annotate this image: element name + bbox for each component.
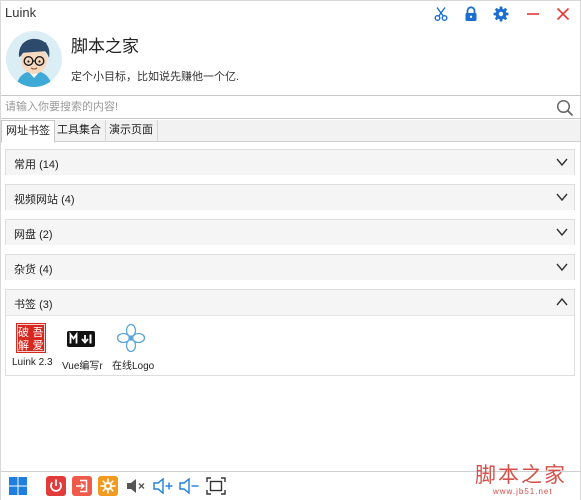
lock-icon[interactable] — [462, 5, 480, 23]
group-label: 网盘 (2) — [14, 226, 53, 242]
mute-icon[interactable] — [125, 475, 147, 497]
seal-char: 爱 — [33, 339, 44, 352]
tab-demo[interactable]: 演示页面 — [105, 120, 158, 142]
search-bar — [1, 95, 580, 119]
bookmark-item[interactable]: Vue编写r — [60, 322, 106, 372]
group-count: (4) — [61, 194, 75, 206]
group-common: 常用 (14) — [5, 149, 575, 175]
volume-up-icon[interactable] — [152, 475, 174, 497]
group-header[interactable]: 常用 (14) — [6, 150, 574, 175]
group-count: (2) — [39, 229, 53, 241]
group-title: 杂货 — [14, 264, 36, 276]
flower-logo-icon — [116, 323, 146, 353]
group-count: (4) — [39, 264, 53, 276]
site-watermark: 脚本之家 www.jb51.net — [475, 459, 579, 496]
group-header[interactable]: 网盘 (2) — [6, 220, 574, 245]
group-header[interactable]: 视频网站 (4) — [6, 185, 574, 210]
search-icon[interactable] — [556, 99, 574, 117]
avatar[interactable] — [6, 31, 62, 87]
seal-char: 解 — [18, 338, 29, 352]
app-title: Luink — [5, 5, 37, 20]
tab-bookmarks[interactable]: 网址书签 — [1, 120, 55, 143]
bookmark-label: 在线Logo — [112, 361, 155, 372]
group-label: 杂货 (4) — [14, 261, 53, 277]
watermark-title: 脚本之家 — [475, 463, 567, 487]
group-label: 书签 (3) — [14, 296, 53, 312]
markdown-icon — [66, 323, 96, 353]
profile-motto: 定个小目标，比如说先赚他一个亿. — [71, 71, 240, 83]
group-label: 视频网站 (4) — [14, 191, 75, 207]
group-cloud: 网盘 (2) — [5, 219, 575, 245]
seal-char: 吾 — [33, 326, 44, 339]
chevron-down-icon — [556, 158, 568, 167]
group-count: (3) — [39, 299, 53, 311]
group-header[interactable]: 书签 (3) — [6, 290, 574, 315]
seal-char: 破 — [18, 325, 29, 339]
bookmark-item[interactable]: 在线Logo — [110, 322, 156, 372]
chevron-down-icon — [556, 263, 568, 272]
scissors-icon[interactable] — [432, 5, 450, 23]
group-bookmarks: 书签 (3) 破 吾 解 爱 Luink 2.3 Vue编写r 在线Logo — [5, 289, 575, 376]
volume-down-icon[interactable] — [178, 475, 200, 497]
gear-icon[interactable] — [492, 5, 510, 23]
group-misc: 杂货 (4) — [5, 254, 575, 280]
chevron-up-icon — [556, 297, 568, 306]
screenshot-icon[interactable] — [205, 475, 227, 497]
group-title: 网盘 — [14, 229, 36, 241]
close-icon[interactable] — [554, 5, 572, 23]
tab-bar: 网址书签 工具集合 演示页面 — [1, 120, 580, 143]
bookmark-label: Vue编写r — [62, 361, 103, 372]
seal-logo-icon: 破 吾 解 爱 — [16, 323, 46, 353]
chevron-down-icon — [556, 193, 568, 202]
title-bar: Luink — [1, 1, 580, 27]
windows-start-icon[interactable] — [7, 475, 29, 497]
group-header[interactable]: 杂货 (4) — [6, 255, 574, 280]
group-video: 视频网站 (4) — [5, 184, 575, 210]
chevron-down-icon — [556, 228, 568, 237]
group-label: 常用 (14) — [14, 156, 59, 172]
power-icon[interactable] — [45, 475, 67, 497]
tab-tools[interactable]: 工具集合 — [53, 120, 106, 142]
watermark-url: www.jb51.net — [493, 487, 553, 496]
minimize-icon[interactable] — [524, 5, 542, 23]
group-count: (14) — [39, 159, 59, 171]
bookmark-label: Luink 2.3 — [12, 357, 53, 368]
app-window: Luink 脚本之家 定个小目标，比如说先赚他一个亿. 请输入你要搜索的内容! … — [0, 0, 581, 500]
settings-sun-icon[interactable] — [97, 475, 119, 497]
search-input[interactable] — [5, 98, 545, 116]
group-title: 视频网站 — [14, 194, 58, 206]
bookmark-item[interactable]: 破 吾 解 爱 Luink 2.3 — [10, 322, 56, 370]
group-title: 书签 — [14, 299, 36, 311]
logout-icon[interactable] — [71, 475, 93, 497]
profile-header: 脚本之家 定个小目标，比如说先赚他一个亿. — [1, 27, 580, 95]
profile-name: 脚本之家 — [71, 37, 139, 56]
bookmark-list: 破 吾 解 爱 Luink 2.3 Vue编写r 在线Logo — [6, 315, 574, 375]
group-title: 常用 — [14, 159, 36, 171]
